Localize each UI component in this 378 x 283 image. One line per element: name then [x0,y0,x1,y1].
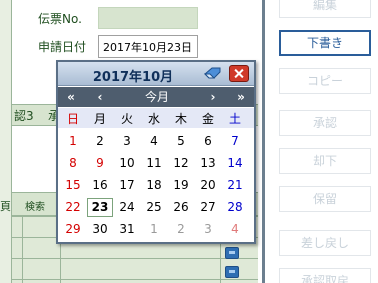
draft-button[interactable]: 下書き [279,30,371,56]
calendar-day[interactable]: 10 [114,154,140,173]
train-icon[interactable] [225,247,239,259]
calendar-day[interactable]: 17 [114,176,140,195]
approval-header-fragment-1: 認3 [14,109,34,123]
action-panel: 編集 下書き コピー 承認 却下 保留 差し戻し 承認取戻 [262,0,378,283]
calendar-day[interactable]: 27 [195,198,221,217]
calendar-popup: 2017年10月 « ‹ 今月 › » 日 月 火 水 木 金 土 1 2 3 … [56,60,256,244]
slip-no-field[interactable] [98,7,198,29]
weekday-sunday: 日 [66,112,79,126]
request-date-label: 申請日付 [38,40,87,54]
calendar-day[interactable]: 21 [222,176,248,195]
calendar-day[interactable]: 2 [87,132,113,151]
weekday-friday: 金 [201,112,214,126]
calendar-day[interactable]: 22 [60,198,86,217]
copy-button[interactable]: コピー [279,68,371,94]
request-date-field[interactable]: 2017年10月23日 [98,35,198,58]
weekday-tuesday: 火 [120,112,133,126]
calendar-nav-bar: « ‹ 今月 › » [58,87,254,107]
hold-button[interactable]: 保留 [279,186,371,212]
calendar-day-next-month[interactable]: 3 [195,220,221,239]
next-month-button[interactable]: › [205,88,221,106]
calendar-day[interactable]: 19 [168,176,194,195]
send-back-button[interactable]: 差し戻し [279,230,371,256]
slip-no-label: 伝票No. [38,12,82,26]
calendar-title-bar: 2017年10月 [58,62,254,86]
calendar-day[interactable]: 4 [141,132,167,151]
calendar-day[interactable]: 12 [168,154,194,173]
next-year-button[interactable]: » [232,88,250,106]
calendar-day-next-month[interactable]: 4 [222,220,248,239]
calendar-day[interactable]: 1 [60,132,86,151]
calendar-day[interactable]: 25 [141,198,167,217]
edit-button[interactable]: 編集 [279,0,371,18]
calendar-day[interactable]: 20 [195,176,221,195]
calendar-day[interactable]: 6 [195,132,221,151]
calendar-day[interactable]: 5 [168,132,194,151]
weekday-wednesday: 水 [147,112,160,126]
calendar-day[interactable]: 11 [141,154,167,173]
calendar-day[interactable]: 13 [195,154,221,173]
calendar-day[interactable]: 14 [222,154,248,173]
weekday-header-row: 日 月 火 水 木 金 土 [58,108,254,128]
calendar-month-title: 2017年10月 [92,70,174,85]
calendar-day[interactable]: 29 [60,220,86,239]
calendar-day[interactable]: 16 [87,176,113,195]
weekday-thursday: 木 [174,112,187,126]
calendar-day[interactable]: 9 [87,154,113,173]
calendar-day-next-month[interactable]: 1 [141,220,167,239]
side-strip [0,0,12,283]
calendar-day[interactable]: 7 [222,132,248,151]
calendar-day[interactable]: 18 [141,176,167,195]
approve-button[interactable]: 承認 [279,110,371,136]
calendar-day[interactable]: 31 [114,220,140,239]
calendar-day[interactable]: 3 [114,132,140,151]
calendar-day-next-month[interactable]: 2 [168,220,194,239]
calendar-day-selected[interactable]: 23 [87,198,113,217]
calendar-day[interactable]: 30 [87,220,113,239]
calendar-day[interactable]: 24 [114,198,140,217]
withdraw-approval-button[interactable]: 承認取戻 [279,268,371,283]
calendar-day[interactable]: 15 [60,176,86,195]
prev-year-button[interactable]: « [62,88,80,106]
this-month-button[interactable]: 今月 [134,88,180,106]
train-icon[interactable] [225,266,239,278]
prev-month-button[interactable]: ‹ [92,88,108,106]
calendar-day[interactable]: 26 [168,198,194,217]
calendar-day[interactable]: 28 [222,198,248,217]
weekday-saturday: 土 [228,112,241,126]
weekday-monday: 月 [93,112,106,126]
search-label[interactable]: 検索 [25,198,45,213]
close-icon[interactable] [229,65,249,82]
eraser-icon[interactable] [204,67,222,79]
reject-button[interactable]: 却下 [279,148,371,174]
column-fragment: 頁 [0,200,11,213]
calendar-day[interactable]: 8 [60,154,86,173]
